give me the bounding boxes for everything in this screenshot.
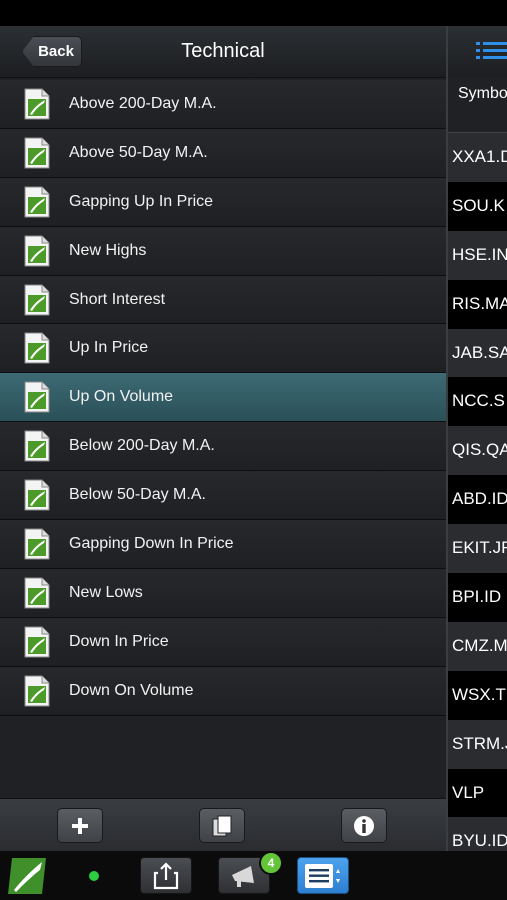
copy-icon [212,815,232,836]
document-chart-icon [24,479,50,511]
list-item[interactable]: Gapping Up In Price [0,177,446,227]
document-chart-icon [24,186,50,218]
document-chart-icon [24,381,50,413]
list-item[interactable]: Below 50-Day M.A. [0,471,446,521]
alerts-megaphone-icon [232,866,254,887]
document-chart-icon [24,577,50,609]
list-item[interactable]: Up In Price [0,324,446,374]
list-item[interactable]: Down On Volume [0,666,446,716]
symbol-row[interactable]: BYU.ID [448,817,507,851]
list-item[interactable]: New Highs [0,226,446,276]
symbol-row[interactable]: VLP [448,769,507,818]
list-item-label: Up In Price [69,339,149,357]
info-icon [354,815,374,836]
status-dot-icon [89,871,99,881]
symbol-row[interactable]: ABD.ID [448,475,507,524]
list-view-button[interactable] [297,857,349,894]
symbol-row[interactable]: STRM.J [448,719,507,769]
bottom-dock: 4 [0,851,507,900]
symbol-row[interactable]: JAB.SA [448,328,507,378]
symbol-header-label: Symbol [458,85,507,102]
page-title: Technical [181,40,265,62]
symbol-row[interactable]: BPI.ID [448,573,507,622]
symbol-list: XXA1.D SOU.K HSE.IN RIS.MA JAB.SA NCC.S QIS.QA… [448,133,507,851]
symbol-row[interactable]: EKIT.JF [448,524,507,574]
document-chart-icon [24,332,50,364]
right-nav-bar [448,26,507,78]
menu-list-icon[interactable] [476,40,507,62]
list-item-label: Up On Volume [69,388,174,406]
list-item[interactable]: New Lows [0,568,446,618]
document-chart-icon [24,528,50,560]
symbol-row[interactable]: NCC.S [448,377,507,426]
bottom-toolbar [0,798,446,851]
symbol-column-header[interactable]: Symbol [448,78,507,133]
document-chart-icon [24,675,50,707]
alerts-badge: 4 [259,851,283,875]
list-item-label: Down In Price [69,632,169,650]
list-item-label: Below 200-Day M.A. [69,437,215,455]
share-icon [153,862,179,890]
status-bar [0,0,507,26]
list-item-label: New Lows [69,583,143,601]
nav-bar: Back Technical [0,26,446,78]
info-button[interactable] [341,808,387,843]
list-item-label: Gapping Up In Price [69,192,214,210]
app-logo-icon[interactable] [4,856,48,896]
list-item-label: Short Interest [69,290,166,308]
list-item-label: New Highs [69,241,147,259]
left-panel: Back Technical Above 200-Day M.A. Above 5… [0,26,446,851]
list-item[interactable]: Below 200-Day M.A. [0,422,446,472]
symbol-row[interactable]: XXA1.D [448,133,507,182]
list-item[interactable]: Gapping Down In Price [0,520,446,569]
symbol-row[interactable]: HSE.IN [448,230,507,280]
screen-list: Above 200-Day M.A. Above 50-Day M.A. Gappi… [0,80,446,716]
list-view-icon [305,864,340,888]
list-item-label: Above 200-Day M.A. [69,95,217,112]
share-button[interactable] [140,857,192,894]
list-item[interactable]: Up On Volume [0,373,446,423]
list-item-label: Above 50-Day M.A. [69,143,208,161]
plus-icon [72,817,88,834]
list-item[interactable]: Above 50-Day M.A. [0,128,446,178]
symbol-row[interactable]: RIS.MA [448,280,507,329]
symbol-row[interactable]: CMZ.M [448,621,507,671]
list-item[interactable]: Above 200-Day M.A. [0,80,446,129]
document-chart-icon [24,626,50,658]
list-item[interactable]: Short Interest [0,275,446,325]
document-chart-icon [24,137,50,169]
list-item-label: Gapping Down In Price [69,535,234,553]
list-item[interactable]: Down In Price [0,617,446,667]
document-chart-icon [24,284,50,316]
document-chart-icon [24,430,50,462]
symbol-row[interactable]: QIS.QA [448,426,507,476]
document-chart-icon [24,88,50,120]
document-chart-icon [24,235,50,267]
add-button[interactable] [57,808,103,843]
list-item-label: Down On Volume [69,681,194,699]
copy-button[interactable] [199,808,245,843]
right-panel: Symbol XXA1.D SOU.K HSE.IN RIS.MA JAB.SA NCC.… [446,26,507,851]
list-item-label: Below 50-Day M.A. [69,486,206,504]
symbol-row[interactable]: WSX.T [448,671,507,720]
symbol-row[interactable]: SOU.K [448,182,507,231]
